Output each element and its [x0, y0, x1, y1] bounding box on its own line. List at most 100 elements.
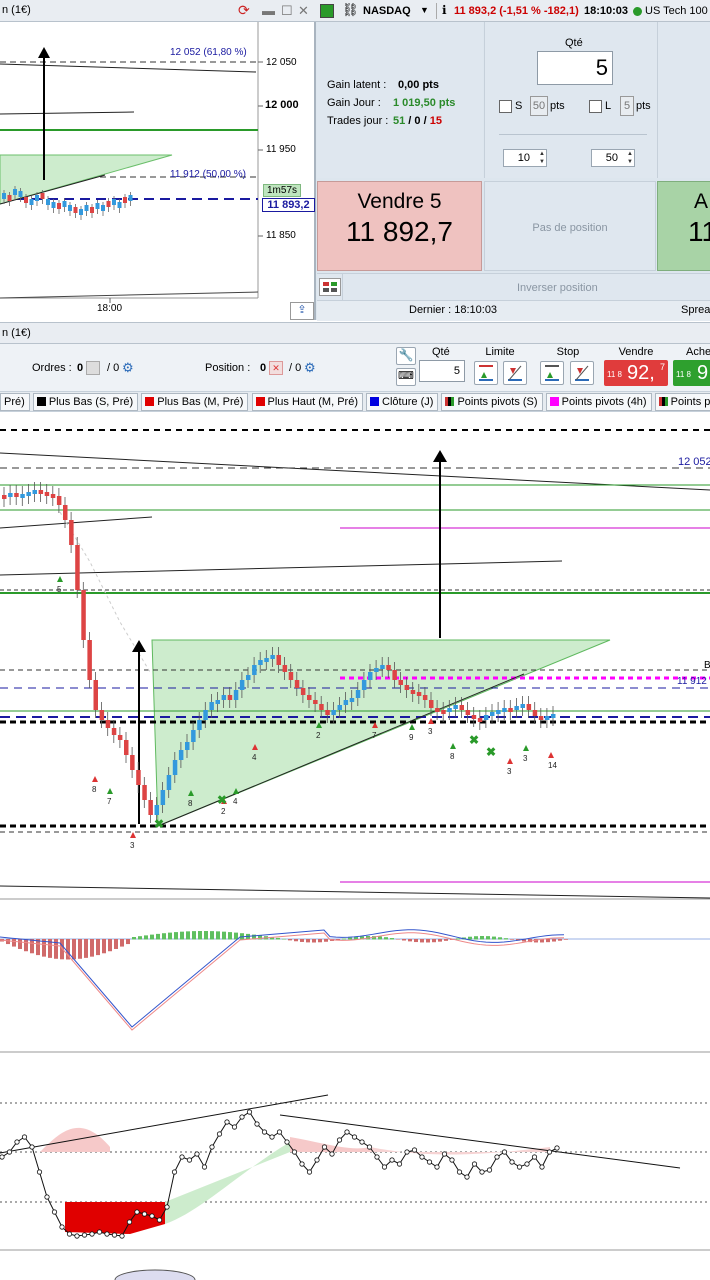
candle	[185, 742, 190, 750]
limit-sell-icon[interactable]	[503, 361, 527, 385]
candle	[374, 668, 379, 672]
oscillator-point	[104, 1231, 110, 1237]
palette-icon[interactable]	[320, 4, 334, 18]
legend-item[interactable]: Clôture (J)	[366, 393, 439, 411]
stop-sell-icon[interactable]	[570, 361, 594, 385]
limit-checkbox[interactable]	[589, 100, 602, 113]
instrument-dropdown-icon[interactable]: ▼	[420, 5, 429, 15]
candle	[520, 704, 525, 708]
right-stepper[interactable]: 50	[591, 149, 635, 167]
oscillator-point	[284, 1139, 290, 1145]
toolbar-sell-label: Vendre	[618, 346, 654, 358]
wrench-icon[interactable]: 🔧	[396, 347, 416, 365]
limit-buy-icon[interactable]	[474, 361, 498, 385]
legend-label: Points pivots (S)	[457, 396, 538, 408]
link-icon[interactable]: ⛓	[342, 2, 359, 18]
orders-icon[interactable]	[86, 361, 100, 375]
trades-label: Trades jour :	[327, 115, 389, 127]
legend-item[interactable]: Points pivots (4h)	[545, 393, 652, 411]
candle	[465, 710, 471, 715]
stop-checkbox[interactable]	[499, 100, 512, 113]
stop-pts-input[interactable]: 50	[530, 96, 548, 116]
mini-chart-titlebar[interactable]: n (1€) ⟳ ▬ ☐ ✕	[0, 0, 316, 22]
qty-input[interactable]: 5	[537, 51, 613, 85]
candle	[73, 207, 78, 213]
macd-bar	[294, 939, 298, 942]
toolbar-qty-input[interactable]: 5	[419, 360, 465, 382]
position-settings-icon[interactable]: ⚙	[304, 360, 316, 376]
legend-item[interactable]: Points pivots (J)	[654, 393, 710, 411]
layout-grid-icon[interactable]	[319, 278, 341, 296]
legend-item[interactable]: Points pivots (S)	[441, 393, 543, 411]
macd-bar	[216, 931, 220, 940]
instrument-name[interactable]: NASDAQ	[363, 5, 411, 17]
oscillator-point	[441, 1151, 448, 1157]
close-position-icon[interactable]: ✕	[269, 361, 283, 375]
candle	[87, 640, 92, 680]
toolbar-sell-button[interactable]: 11 8 92, 7	[604, 360, 668, 386]
indicator-legend: Pré) Plus Bas (S, Pré) Plus Bas (M, Pré)…	[0, 392, 710, 412]
orders-settings-icon[interactable]: ⚙	[122, 360, 134, 376]
pts-label: pts	[550, 100, 565, 112]
order-header: ⛓ NASDAQ ▼ ℹ 11 893,2 (-1,51 % -182,1) 1…	[316, 0, 710, 22]
candle	[276, 655, 281, 665]
left-stepper[interactable]: 10	[503, 149, 547, 167]
candle	[361, 680, 367, 690]
level-b-label: B	[704, 660, 710, 671]
candle	[38, 490, 44, 494]
main-chart[interactable]: 587382442 7 9383314✖✖✖✖ 12 052 B 11 912	[0, 412, 710, 1280]
toolbar-buy-button[interactable]: 11 8 9	[673, 360, 710, 386]
sell-button[interactable]: Vendre 5 11 892,7	[317, 181, 482, 271]
macd-bar	[564, 939, 568, 940]
candle	[380, 665, 385, 669]
info-icon[interactable]: ℹ	[442, 3, 447, 17]
limit-pts-input[interactable]: 5	[620, 96, 634, 116]
legend-item[interactable]: Plus Bas (M, Pré)	[141, 393, 249, 411]
oscillator-point	[546, 1149, 553, 1155]
pattern-label: 9	[409, 733, 414, 742]
close-icon[interactable]: ✕	[298, 3, 309, 19]
candle	[123, 197, 127, 203]
oscillator-point	[531, 1154, 538, 1160]
legend-item[interactable]: Plus Bas (S, Pré)	[32, 393, 139, 411]
mini-chart[interactable]: 12 052 (61,80 %) 11 912 (50,00 %) 12 050…	[0, 22, 316, 320]
legend-swatch	[658, 397, 668, 406]
oscillator-point	[471, 1161, 478, 1167]
oscillator-point	[449, 1157, 455, 1163]
main-chart-title: n (1€)	[2, 327, 31, 339]
scroll-end-icon[interactable]: ⇪	[290, 302, 314, 320]
reverse-position-button[interactable]: Inverser position	[517, 282, 598, 294]
sync-icon[interactable]: ⟳	[238, 2, 250, 19]
reverse-bar: Inverser position	[317, 273, 710, 301]
candle	[300, 688, 306, 695]
macd-bar	[426, 939, 430, 943]
arrow-up-icon	[450, 743, 456, 749]
stop-buy-icon[interactable]	[540, 361, 564, 385]
buy-button[interactable]: A 11	[657, 181, 710, 271]
legend-label: Points pivots (J)	[670, 396, 710, 408]
candle	[386, 665, 391, 670]
candle	[429, 700, 434, 708]
quote-time: 18:10:03	[584, 5, 629, 17]
gain-latent-label: Gain latent :	[327, 79, 387, 91]
position-total: / 0	[289, 362, 302, 374]
keyboard-icon[interactable]: ⌨	[396, 368, 416, 386]
oscillator-point	[456, 1169, 463, 1175]
candle	[101, 205, 105, 211]
candle	[69, 520, 74, 545]
oscillator-point	[501, 1149, 508, 1155]
oscillator-point	[539, 1164, 545, 1170]
legend-item[interactable]: Pré)	[0, 393, 30, 411]
candle	[50, 494, 56, 498]
oscillator-point	[149, 1213, 155, 1219]
main-chart-titlebar[interactable]: n (1€)	[0, 322, 710, 344]
candle	[62, 201, 67, 207]
macd-bar	[402, 939, 406, 941]
gain-jour-value: 1 019,50 pts	[393, 97, 456, 109]
legend-item[interactable]: Plus Haut (M, Pré)	[251, 393, 363, 411]
price-label-11950: 11 950	[266, 144, 296, 155]
oscillator-point	[366, 1144, 373, 1150]
maximize-icon[interactable]: ☐	[281, 3, 293, 19]
minimize-icon[interactable]: ▬	[262, 3, 275, 18]
oscillator-point	[36, 1169, 43, 1175]
